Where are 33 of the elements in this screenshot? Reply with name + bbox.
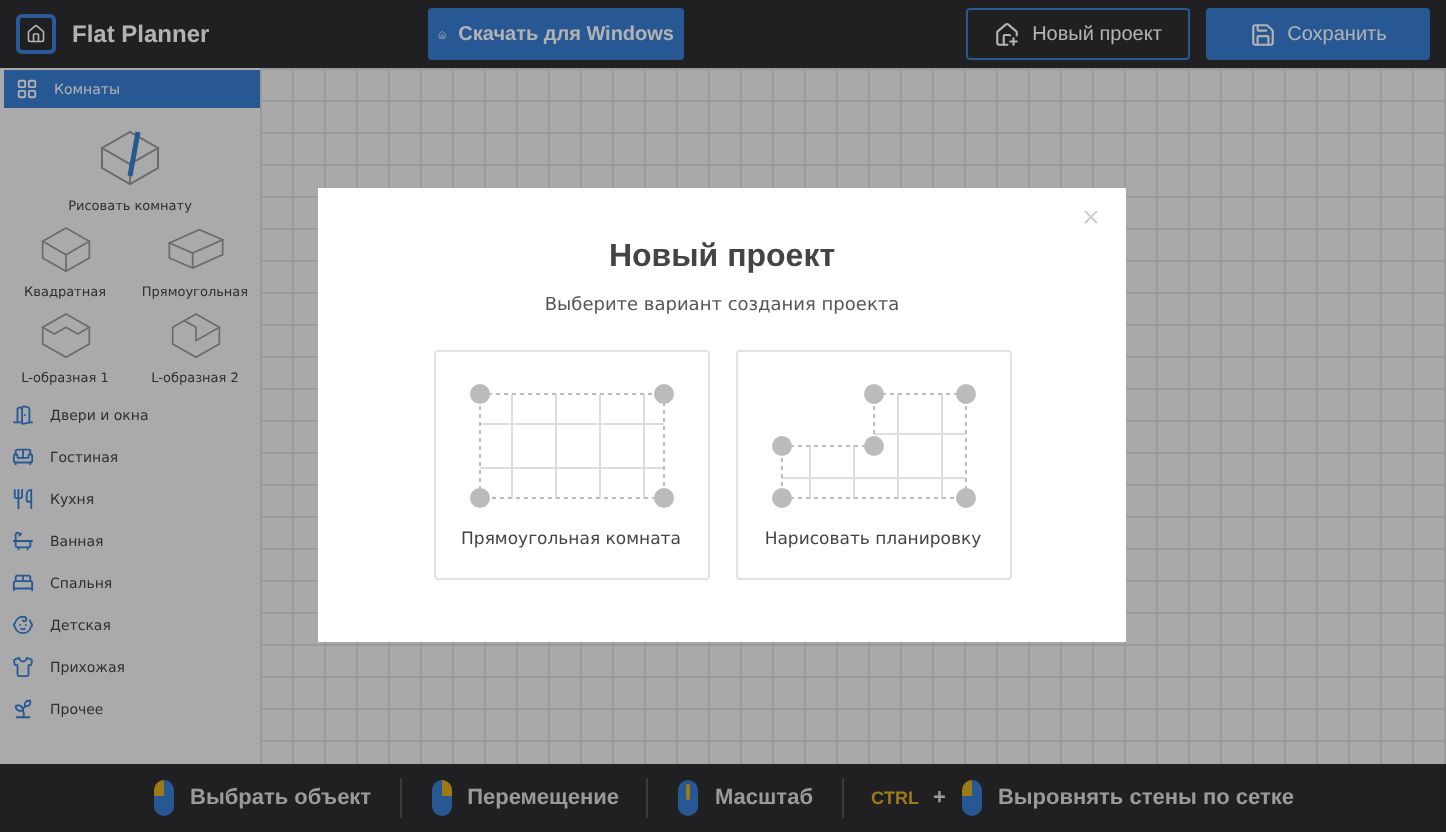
hint-text: Выровнять стены по сетке (997, 786, 1294, 810)
option-card[interactable]: Прямоугольная комната (433, 350, 709, 580)
option-label: Нарисовать планировку (764, 529, 982, 549)
new-button[interactable]: Новый проект (966, 8, 1190, 60)
logo-icon (16, 14, 56, 54)
option-label: Прямоугольная комната (461, 529, 681, 549)
save-icon (1249, 21, 1276, 47)
bed-icon (12, 572, 34, 594)
mouse-icon (676, 778, 701, 818)
house-plus-icon (994, 21, 1021, 47)
mouse-icon (959, 778, 984, 818)
dialog-title: Новый проект (608, 240, 836, 276)
fork-knife-icon (12, 488, 34, 510)
baby-icon (12, 614, 34, 636)
option-card[interactable]: Нарисовать планировку (735, 350, 1011, 580)
hint-text: Выбрать объект (190, 786, 372, 810)
door-icon (12, 404, 34, 426)
mouse-icon (152, 778, 176, 818)
sofa-icon (12, 446, 34, 468)
key-label: CTRL (871, 788, 919, 808)
grid-icon (16, 78, 38, 100)
hint-text: Перемещение (467, 786, 619, 810)
hint-text: Масштаб (714, 786, 813, 810)
dialog-subtitle: Выберите вариант создания проекта (544, 296, 900, 316)
mouse-icon (429, 778, 454, 818)
close-icon[interactable] (1080, 206, 1102, 228)
save-button[interactable]: Сохранить (1206, 8, 1430, 60)
app-name: Flat Planner (72, 20, 212, 48)
shirt-icon (12, 656, 34, 678)
plus-sign: + (933, 786, 946, 810)
bathtub-icon (12, 530, 34, 552)
plant-icon (12, 698, 34, 720)
download-button[interactable]: Скачать для Windows (428, 8, 684, 60)
